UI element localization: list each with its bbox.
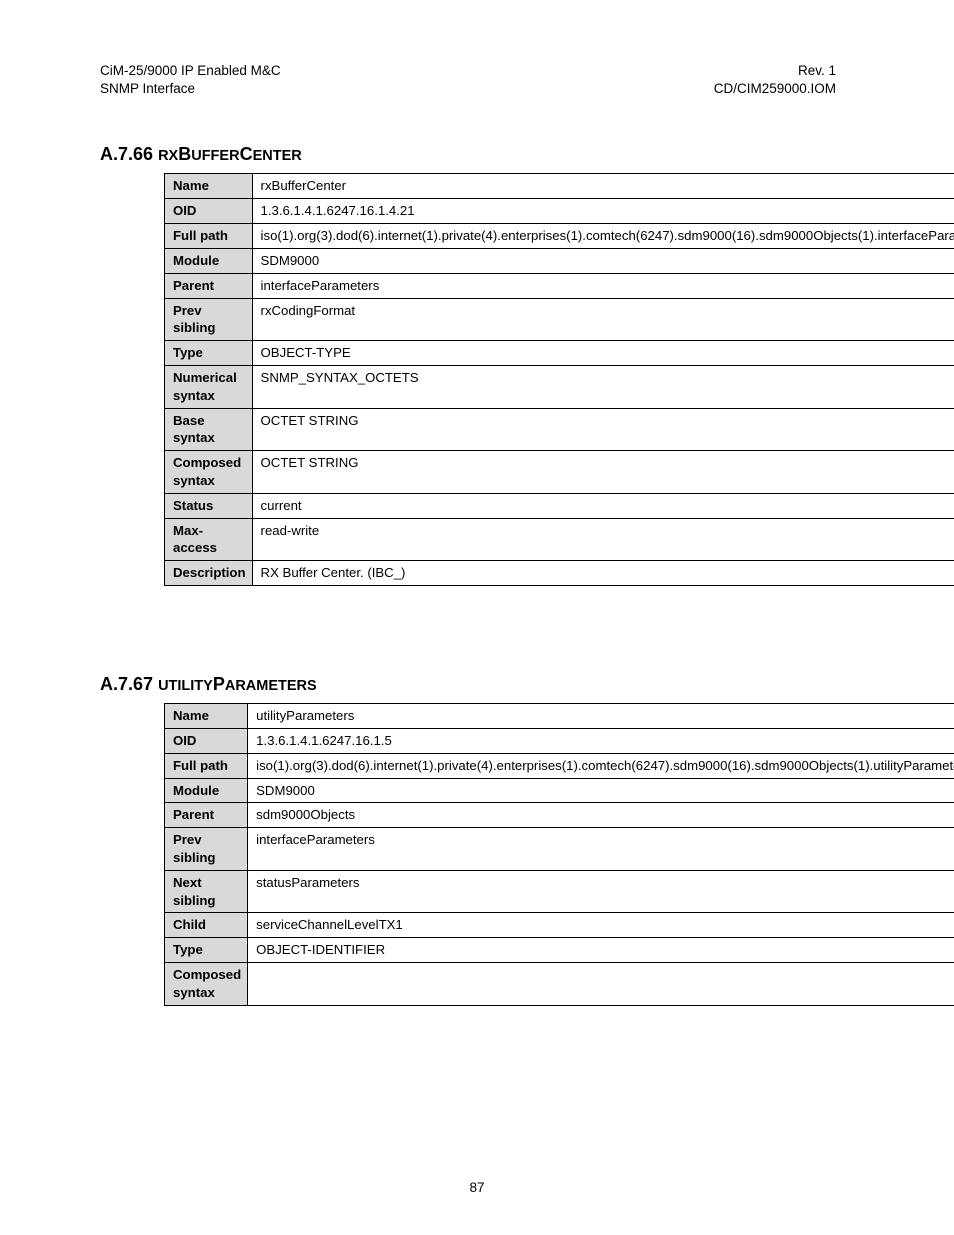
property-key: Max-access <box>165 518 253 561</box>
page-header: CiM-25/9000 IP Enabled M&C SNMP Interfac… <box>100 62 836 98</box>
property-key: Next sibling <box>165 870 248 913</box>
property-value: current <box>252 493 954 518</box>
page-number: 87 <box>0 1180 954 1195</box>
section-word2b: UFFER <box>191 148 239 164</box>
property-value: iso(1).org(3).dod(6).internet(1).private… <box>252 224 954 249</box>
property-value: RX Buffer Center. (IBC_) <box>252 561 954 586</box>
table-row: Parentsdm9000Objects <box>165 803 954 828</box>
property-key: Module <box>165 778 248 803</box>
property-value: rxCodingFormat <box>252 298 954 341</box>
table-row: OID1.3.6.1.4.1.6247.16.1.5 <box>165 728 954 753</box>
property-key: Name <box>165 174 253 199</box>
table-row: DescriptionRX Buffer Center. (IBC_) <box>165 561 954 586</box>
header-right-line1: Rev. 1 <box>714 62 836 80</box>
section-number: A.7.67 <box>100 674 153 694</box>
property-key: Prev sibling <box>165 828 248 871</box>
table-row: Prev siblinginterfaceParameters <box>165 828 954 871</box>
table-row: NameutilityParameters <box>165 704 954 729</box>
section-word2a: B <box>178 144 191 164</box>
table-row: TypeOBJECT-TYPE <box>165 341 954 366</box>
section-heading-1: A.7.66 RXBUFFERCENTER <box>100 144 836 165</box>
mib-table-1: NamerxBufferCenterOID1.3.6.1.4.1.6247.16… <box>164 173 954 586</box>
property-key: Parent <box>165 803 248 828</box>
property-value: iso(1).org(3).dod(6).internet(1).private… <box>248 753 954 778</box>
property-value <box>248 963 954 1006</box>
table-row: Statuscurrent <box>165 493 954 518</box>
section-word1: RX <box>158 148 178 164</box>
section-word2b: ARAMETERS <box>225 678 317 694</box>
table-row: ChildserviceChannelLevelTX1 <box>165 913 954 938</box>
property-key: Status <box>165 493 253 518</box>
property-key: Base syntax <box>165 408 253 451</box>
property-key: Full path <box>165 224 253 249</box>
property-value: interfaceParameters <box>248 828 954 871</box>
property-key: Description <box>165 561 253 586</box>
property-value: utilityParameters <box>248 704 954 729</box>
page: CiM-25/9000 IP Enabled M&C SNMP Interfac… <box>0 0 954 1235</box>
section-word3b: ENTER <box>253 148 302 164</box>
property-key: Composed syntax <box>165 451 253 494</box>
property-value: OCTET STRING <box>252 451 954 494</box>
property-value: SDM9000 <box>248 778 954 803</box>
table-row: Next siblingstatusParameters <box>165 870 954 913</box>
property-key: Child <box>165 913 248 938</box>
table-row: Prev siblingrxCodingFormat <box>165 298 954 341</box>
header-left-line2: SNMP Interface <box>100 80 281 98</box>
table-row: ModuleSDM9000 <box>165 778 954 803</box>
property-key: OID <box>165 199 253 224</box>
property-key: Prev sibling <box>165 298 253 341</box>
property-value: SNMP_SYNTAX_OCTETS <box>252 365 954 408</box>
property-value: interfaceParameters <box>252 273 954 298</box>
property-key: Composed syntax <box>165 963 248 1006</box>
property-key: Type <box>165 938 248 963</box>
property-value: 1.3.6.1.4.1.6247.16.1.4.21 <box>252 199 954 224</box>
property-value: read-write <box>252 518 954 561</box>
section-heading-2: A.7.67 UTILITYPARAMETERS <box>100 674 836 695</box>
header-left-line1: CiM-25/9000 IP Enabled M&C <box>100 62 281 80</box>
table-row: NamerxBufferCenter <box>165 174 954 199</box>
property-value: OBJECT-IDENTIFIER <box>248 938 954 963</box>
property-key: Parent <box>165 273 253 298</box>
property-value: sdm9000Objects <box>248 803 954 828</box>
property-key: Module <box>165 248 253 273</box>
property-value: 1.3.6.1.4.1.6247.16.1.5 <box>248 728 954 753</box>
table-row: ModuleSDM9000 <box>165 248 954 273</box>
table-row: Base syntaxOCTET STRING <box>165 408 954 451</box>
section-word2a: P <box>213 674 225 694</box>
table-row: Composed syntaxOCTET STRING <box>165 451 954 494</box>
section-word1: UTILITY <box>158 678 213 694</box>
table-row: Max-accessread-write <box>165 518 954 561</box>
header-right-line2: CD/CIM259000.IOM <box>714 80 836 98</box>
property-value: OBJECT-TYPE <box>252 341 954 366</box>
property-key: OID <box>165 728 248 753</box>
property-key: Type <box>165 341 253 366</box>
property-value: statusParameters <box>248 870 954 913</box>
section-number: A.7.66 <box>100 144 153 164</box>
table-row: OID1.3.6.1.4.1.6247.16.1.4.21 <box>165 199 954 224</box>
table-row: Composed syntax <box>165 963 954 1006</box>
table-row: Full pathiso(1).org(3).dod(6).internet(1… <box>165 753 954 778</box>
property-value: serviceChannelLevelTX1 <box>248 913 954 938</box>
property-key: Name <box>165 704 248 729</box>
property-key: Numerical syntax <box>165 365 253 408</box>
table-row: TypeOBJECT-IDENTIFIER <box>165 938 954 963</box>
table-row: ParentinterfaceParameters <box>165 273 954 298</box>
property-value: OCTET STRING <box>252 408 954 451</box>
section-word3a: C <box>240 144 253 164</box>
header-left: CiM-25/9000 IP Enabled M&C SNMP Interfac… <box>100 62 281 98</box>
header-right: Rev. 1 CD/CIM259000.IOM <box>714 62 836 98</box>
table-row: Full pathiso(1).org(3).dod(6).internet(1… <box>165 224 954 249</box>
table-row: Numerical syntaxSNMP_SYNTAX_OCTETS <box>165 365 954 408</box>
property-value: rxBufferCenter <box>252 174 954 199</box>
mib-table-2: NameutilityParametersOID1.3.6.1.4.1.6247… <box>164 703 954 1006</box>
property-value: SDM9000 <box>252 248 954 273</box>
property-key: Full path <box>165 753 248 778</box>
